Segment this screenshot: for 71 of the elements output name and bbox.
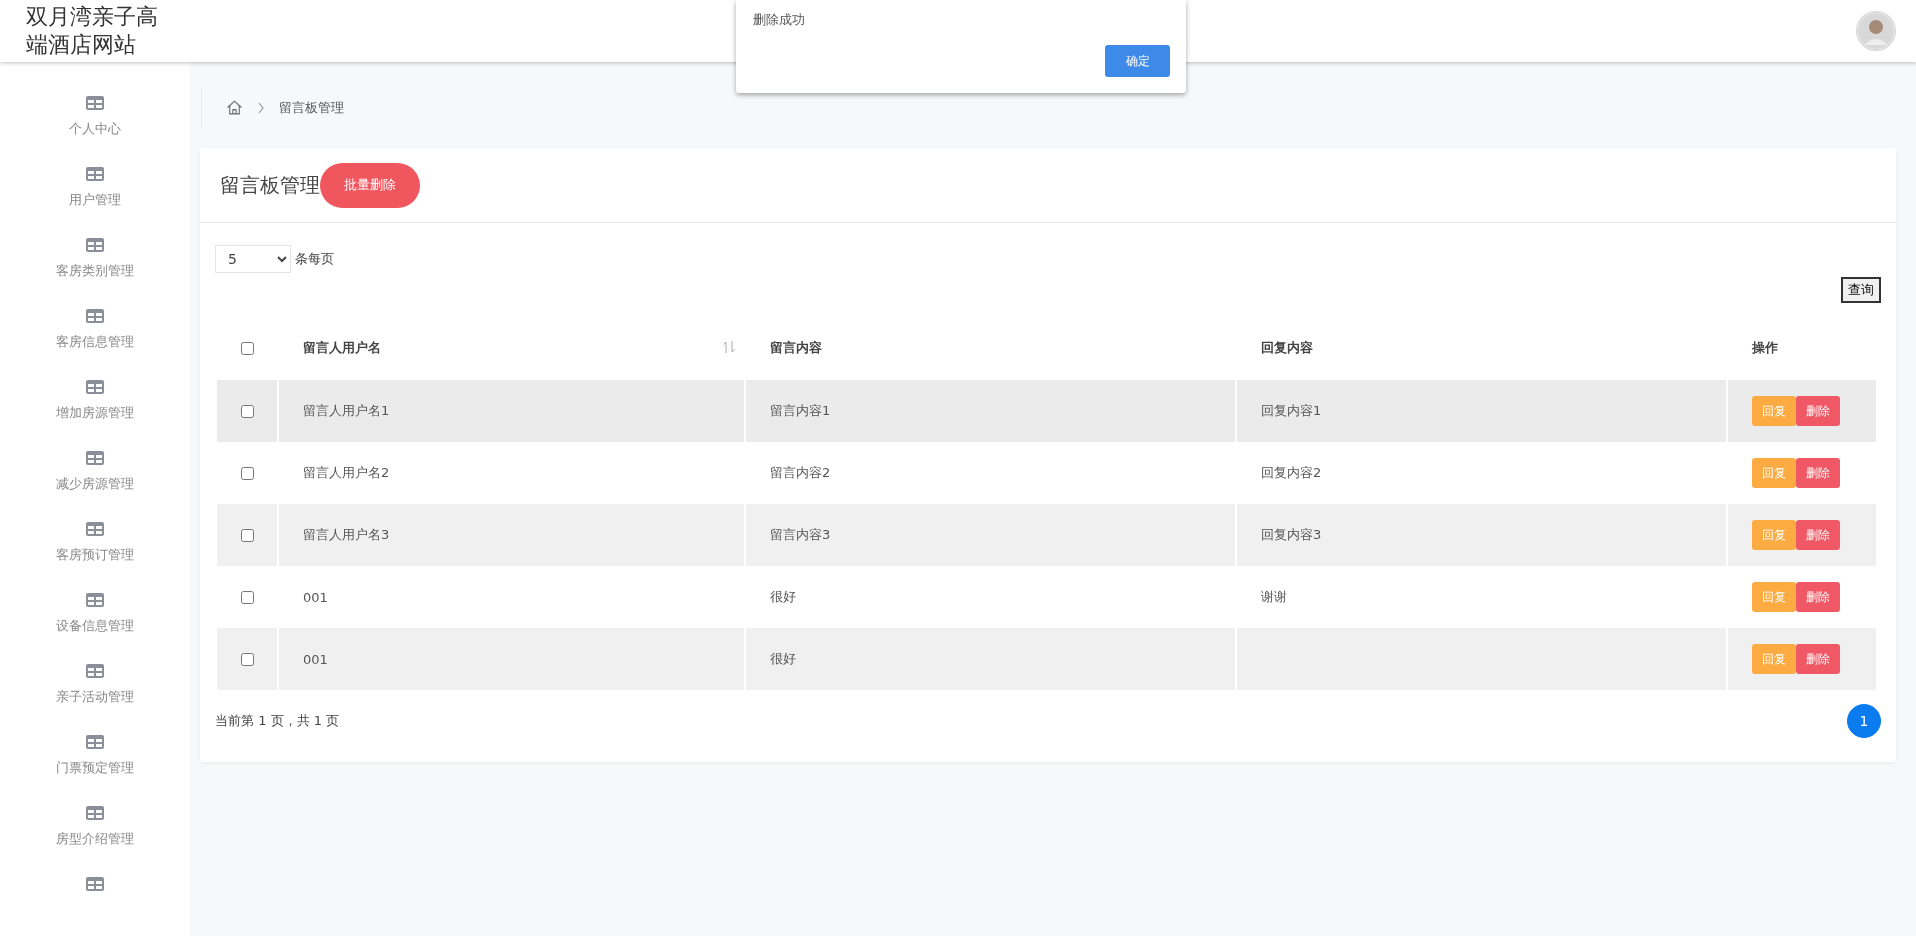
- page-button[interactable]: 1: [1847, 704, 1881, 738]
- home-icon[interactable]: [226, 99, 243, 116]
- delete-button[interactable]: 删除: [1796, 644, 1840, 674]
- table-icon: [86, 593, 104, 607]
- row-checkbox[interactable]: [241, 528, 254, 542]
- page-size-select[interactable]: 5: [215, 245, 291, 273]
- delete-button[interactable]: 删除: [1796, 458, 1840, 488]
- table-cell: 回复内容1: [1261, 403, 1322, 418]
- table-cell: 留言内容3: [770, 527, 831, 542]
- table-cell: 谢谢: [1261, 589, 1287, 604]
- table-cell: 很好: [770, 589, 796, 604]
- table-icon: [86, 380, 104, 394]
- table-icon: [86, 238, 104, 252]
- sidebar-item[interactable]: 用户管理: [0, 155, 190, 226]
- search-button[interactable]: 查询: [1841, 277, 1881, 303]
- table-icon: [86, 451, 104, 465]
- sidebar-item[interactable]: 亲子活动管理: [0, 652, 190, 723]
- row-checkbox[interactable]: [241, 590, 254, 604]
- delete-button[interactable]: 删除: [1796, 520, 1840, 550]
- delete-button[interactable]: 删除: [1796, 396, 1840, 426]
- table-icon: [86, 167, 104, 181]
- chevron-right-icon: [257, 101, 265, 114]
- delete-button[interactable]: 删除: [1796, 582, 1840, 612]
- table-cell: 留言内容1: [770, 403, 831, 418]
- table-cell: 留言人用户名1: [303, 403, 390, 418]
- table-cell: 留言人用户名2: [303, 465, 390, 480]
- sidebar-item[interactable]: 客房预订管理: [0, 510, 190, 581]
- table-icon: [86, 806, 104, 820]
- table-icon: [86, 309, 104, 323]
- page-size-label: 条每页: [295, 250, 334, 268]
- table-cell: 留言人用户名3: [303, 527, 390, 542]
- reply-button[interactable]: 回复: [1752, 396, 1796, 426]
- row-checkbox[interactable]: [241, 652, 254, 666]
- table-cell: 回复内容2: [1261, 465, 1322, 480]
- sidebar-item[interactable]: 设备信息管理: [0, 581, 190, 652]
- dialog-message: 删除成功: [753, 11, 805, 29]
- reply-button[interactable]: 回复: [1752, 520, 1796, 550]
- batch-delete-button[interactable]: 批量删除: [320, 162, 420, 208]
- column-header: 留言人用户名: [303, 340, 381, 355]
- reply-button[interactable]: 回复: [1752, 458, 1796, 488]
- confirm-button[interactable]: 确定: [1105, 45, 1170, 77]
- select-all-checkbox[interactable]: [241, 341, 254, 355]
- table-icon: [86, 664, 104, 678]
- card-title: 留言板管理: [220, 171, 320, 199]
- row-checkbox[interactable]: [241, 404, 254, 418]
- breadcrumb-current: 留言板管理: [279, 98, 344, 117]
- site-title: 双月湾亲子高端酒店网站: [26, 3, 159, 59]
- reply-button[interactable]: 回复: [1752, 644, 1796, 674]
- table-cell: 很好: [770, 651, 796, 666]
- column-header: 留言内容: [770, 340, 822, 355]
- table-cell: 001: [303, 589, 328, 605]
- table-cell: 留言内容2: [770, 465, 831, 480]
- table-icon: [86, 735, 104, 749]
- reply-button[interactable]: 回复: [1752, 582, 1796, 612]
- sidebar-item[interactable]: 门票预定管理: [0, 723, 190, 794]
- table-icon: [86, 96, 104, 110]
- avatar-icon[interactable]: [1856, 11, 1896, 51]
- sidebar-item[interactable]: 客房类别管理: [0, 226, 190, 297]
- column-header: 回复内容: [1261, 340, 1313, 355]
- row-checkbox[interactable]: [241, 466, 254, 480]
- table-icon: [86, 522, 104, 536]
- table-cell: 回复内容3: [1261, 527, 1322, 542]
- table-icon[interactable]: [86, 877, 104, 891]
- sidebar-item[interactable]: 房型介绍管理: [0, 794, 190, 865]
- page-summary: 当前第 1 页，共 1 页: [215, 712, 340, 730]
- table-cell: 001: [303, 651, 328, 667]
- sidebar-item[interactable]: 减少房源管理: [0, 439, 190, 510]
- sidebar-item[interactable]: 个人中心: [0, 84, 190, 155]
- column-header: 操作: [1752, 340, 1778, 355]
- sidebar-item[interactable]: 客房信息管理: [0, 297, 190, 368]
- sidebar-item[interactable]: 增加房源管理: [0, 368, 190, 439]
